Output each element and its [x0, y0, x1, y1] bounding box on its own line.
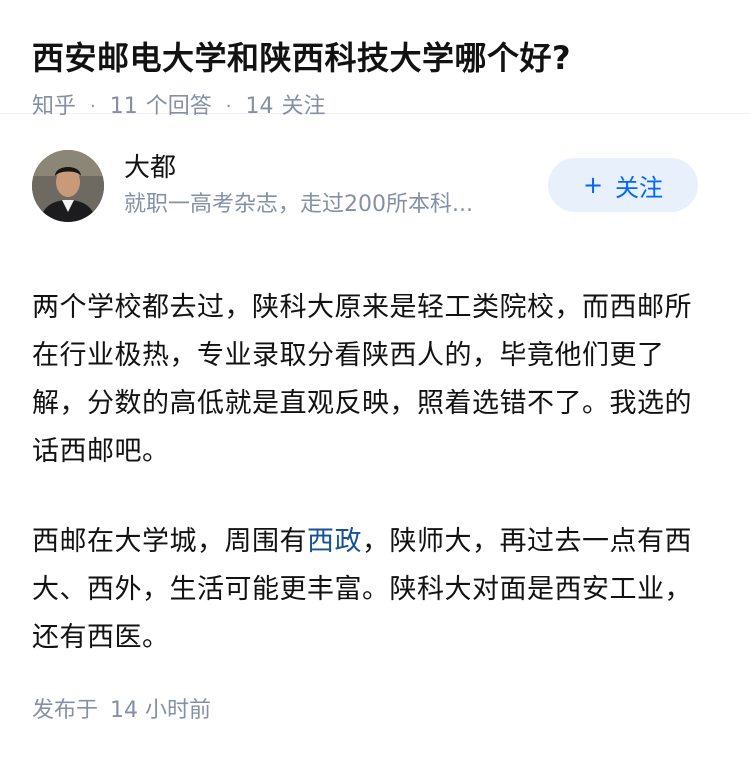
answer-count: 11 [109, 94, 138, 119]
answer-content: 两个学校都去过，陕科大原来是轻工类院校，而西邮所在行业极热，专业录取分看陕西人的… [32, 284, 712, 662]
answer-paragraph: 西邮在大学城，周围有西政，陕师大，再过去一点有西大、西外，生活可能更丰富。陕科大… [32, 518, 712, 662]
published-time: 14 小时前 [110, 698, 212, 723]
answer-footer: 发布于 14 小时前 [32, 696, 211, 726]
avatar-image [32, 150, 104, 222]
answer-text: 西邮在大学城，周围有 [32, 526, 307, 557]
question-title[interactable]: 西安邮电大学和陕西科技大学哪个好? [32, 36, 718, 80]
published-label: 发布于 [32, 698, 99, 723]
question-header: 西安邮电大学和陕西科技大学哪个好? 知乎 · 11 个回答 · 14 关注 [0, 0, 750, 119]
meta-separator: · [225, 96, 232, 117]
follow-button-label: 关注 [615, 173, 664, 202]
source-label[interactable]: 知乎 [32, 92, 76, 122]
follower-count-label: 关注 [281, 94, 326, 119]
plus-icon: + [582, 171, 604, 199]
answer-paragraph: 两个学校都去过，陕科大原来是轻工类院校，而西邮所在行业极热，专业录取分看陕西人的… [32, 292, 692, 467]
author-name[interactable]: 大都 [124, 150, 176, 186]
answer-count-label[interactable]: 个回答 [146, 92, 212, 122]
author-card: 大都 就职一高考杂志，走过200所本科... + 关注 [0, 150, 750, 270]
follow-button[interactable]: + 关注 [548, 158, 698, 212]
author-description: 就职一高考杂志，走过200所本科... [124, 192, 473, 217]
meta-separator: · [90, 96, 96, 117]
avatar[interactable] [32, 150, 104, 222]
question-meta: 知乎 · 11 个回答 · 14 关注 [32, 92, 718, 122]
topic-link[interactable]: 西政 [307, 526, 362, 557]
follower-count: 14 [245, 94, 274, 119]
